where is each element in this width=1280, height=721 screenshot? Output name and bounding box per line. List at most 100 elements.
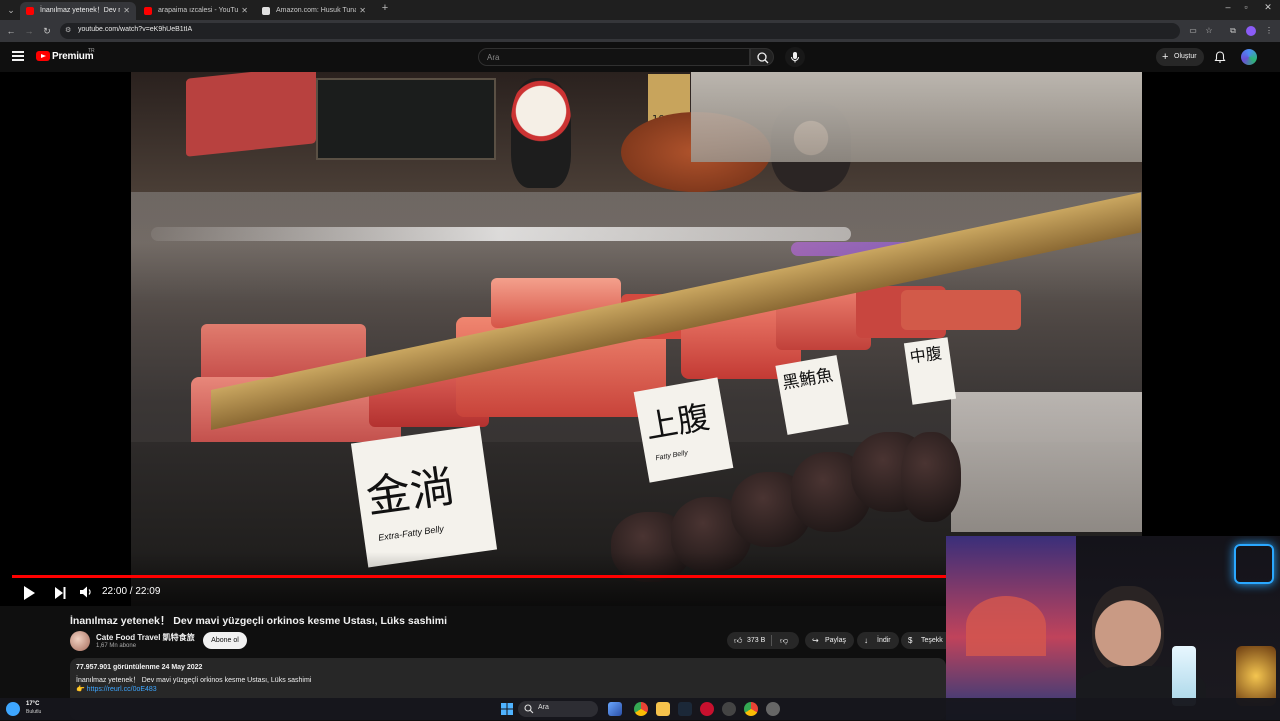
extensions-icon[interactable]: ⧉ (1226, 24, 1240, 38)
sign-medium-belly: 中腹 (903, 337, 957, 405)
weather-temperature: 17°C (26, 701, 40, 707)
create-label: Oluştur (1174, 53, 1197, 60)
install-icon[interactable]: ▭ (1186, 24, 1200, 38)
poster-art (966, 596, 1046, 656)
next-video-button[interactable] (53, 586, 67, 600)
thumbs-up-icon[interactable]: 👍︎ (734, 632, 742, 649)
like-count: 373 B (747, 637, 766, 644)
notifications-bell-icon[interactable] (1213, 50, 1227, 64)
subscribe-button[interactable]: Abone ol (203, 632, 247, 649)
steam-icon[interactable] (678, 702, 692, 716)
settings-icon[interactable] (766, 702, 780, 716)
tuna-block (901, 290, 1021, 330)
plus-icon: + (1162, 51, 1169, 63)
download-icon: ↓ (864, 636, 868, 645)
amazon-favicon-icon (262, 7, 270, 15)
tab-arapaima[interactable]: arapaima ızcalesi - YouTube ✕ (138, 2, 254, 20)
volume-button[interactable] (79, 585, 93, 599)
red-shop-sign (186, 72, 316, 157)
minimize-button[interactable]: – (1220, 2, 1236, 12)
microphone-icon (791, 52, 799, 63)
maximize-button[interactable]: ▫ (1238, 2, 1254, 12)
sign-extra-fatty-belly: 金淌 Extra-Fatty Belly (350, 425, 498, 568)
search-icon (757, 52, 769, 64)
download-button[interactable]: ↓ İndir (857, 632, 899, 649)
white-awning (691, 72, 1142, 162)
view-count-and-date: 77.957.901 görüntülenme 24 May 2022 (76, 664, 203, 671)
tab-amazon[interactable]: Amazon.com: Husuk Tuna Knife ✕ (256, 2, 372, 20)
share-button[interactable]: ↪ Paylaş (805, 632, 855, 649)
taskbar-search-label: Ara (538, 704, 549, 711)
profile-avatar[interactable] (1244, 24, 1258, 38)
close-tab-icon[interactable]: ✕ (123, 2, 130, 20)
voice-search-button[interactable] (785, 47, 805, 67)
search-icon (524, 704, 534, 714)
windows-logo-icon (501, 703, 513, 715)
windows-taskbar: 17°C Bulutlu Ara (0, 698, 1280, 720)
packed-fish-tray (951, 392, 1142, 532)
start-button[interactable] (500, 702, 514, 716)
youtube-favicon-icon (144, 7, 152, 15)
app-icon[interactable] (722, 702, 736, 716)
sign-fatty-belly: 上腹 Fatty Belly (633, 377, 734, 483)
roe-bag (901, 432, 961, 522)
description-text: İnanılmaz yetenek！ Dev mavi yüzgeçli ork… (76, 677, 312, 684)
site-info-icon[interactable]: ⚙ (65, 26, 71, 34)
browser-toolbar: ← → ↻ ⚙ youtube.com/watch?v=eK9hUeB1tIA … (0, 20, 1280, 42)
reload-button[interactable]: ↻ (40, 24, 54, 38)
youtube-header: Premium TR Ara + Oluştur (0, 42, 1280, 72)
weather-description: Bulutlu (26, 709, 42, 715)
address-bar[interactable]: ⚙ youtube.com/watch?v=eK9hUeB1tIA (60, 23, 1180, 39)
search-button[interactable] (750, 48, 774, 66)
download-label: İndir (877, 637, 891, 644)
play-button[interactable] (22, 585, 36, 601)
back-button[interactable]: ← (4, 24, 18, 38)
task-view-icon[interactable] (608, 702, 622, 716)
channel-name[interactable]: Cate Food Travel 凱特食旅 (96, 632, 195, 643)
hamburger-menu-icon[interactable] (12, 51, 24, 61)
video-frame[interactable]: 1000- 金淌 Extra-Fatty Be (131, 72, 1142, 606)
forward-button[interactable]: → (22, 24, 36, 38)
share-icon: ↪ (812, 636, 819, 645)
taskbar-search[interactable]: Ara (518, 701, 598, 717)
file-explorer-icon[interactable] (656, 702, 670, 716)
tab-video[interactable]: İnanılmaz yetenek！Dev mavi yüzgeçli orki… (20, 2, 136, 20)
thumbs-down-icon[interactable]: 👎︎ (780, 632, 788, 649)
browser-menu-icon[interactable]: ⋮ (1262, 24, 1276, 38)
like-dislike-group[interactable]: 👍︎ 373 B 👎︎ (727, 632, 799, 649)
create-button[interactable]: + Oluştur (1156, 48, 1204, 66)
close-window-button[interactable]: ✕ (1260, 2, 1276, 13)
chrome-profile-icon[interactable] (744, 702, 758, 716)
tab-search-icon[interactable]: ⌄ (4, 3, 18, 17)
close-tab-icon[interactable]: ✕ (359, 2, 366, 20)
thanks-button[interactable]: $ Teşekk (901, 632, 946, 649)
chrome-icon[interactable] (634, 702, 648, 716)
share-label: Paylaş (825, 637, 847, 644)
subscriber-count: 1,67 Mn abone (96, 643, 137, 649)
thanks-label: Teşekk (921, 637, 943, 644)
progress-fill (12, 575, 951, 578)
sign-black-tuna: 黑鮪魚 (775, 355, 849, 435)
video-player[interactable]: 1000- 金淌 Extra-Fatty Be (0, 72, 1280, 606)
youtube-favicon-icon (26, 7, 34, 15)
neon-sign (1234, 544, 1274, 584)
account-avatar[interactable] (1241, 49, 1257, 65)
thanks-icon: $ (908, 636, 913, 645)
country-code: TR (88, 48, 95, 54)
channel-avatar[interactable] (70, 631, 90, 651)
opera-icon[interactable] (700, 702, 714, 716)
like-divider (771, 635, 772, 646)
weather-icon[interactable] (6, 702, 20, 716)
new-tab-button[interactable]: + (378, 2, 392, 18)
description-link[interactable]: 👉 https://reurl.cc/0oE483 (76, 685, 157, 693)
youtube-logo-icon[interactable] (36, 51, 50, 61)
browser-tab-strip: ⌄ İnanılmaz yetenek！Dev mavi yüzgeçli or… (0, 0, 1280, 20)
microphone (1172, 646, 1196, 706)
bookmark-star-icon[interactable]: ☆ (1202, 24, 1216, 38)
search-placeholder: Ara (487, 53, 500, 62)
video-title: İnanılmaz yetenek！ Dev mavi yüzgeçli ork… (70, 615, 447, 627)
url-text: youtube.com/watch?v=eK9hUeB1tIA (78, 26, 193, 33)
warm-lamp (1236, 646, 1276, 706)
close-tab-icon[interactable]: ✕ (241, 2, 248, 20)
search-input[interactable]: Ara (478, 48, 750, 66)
